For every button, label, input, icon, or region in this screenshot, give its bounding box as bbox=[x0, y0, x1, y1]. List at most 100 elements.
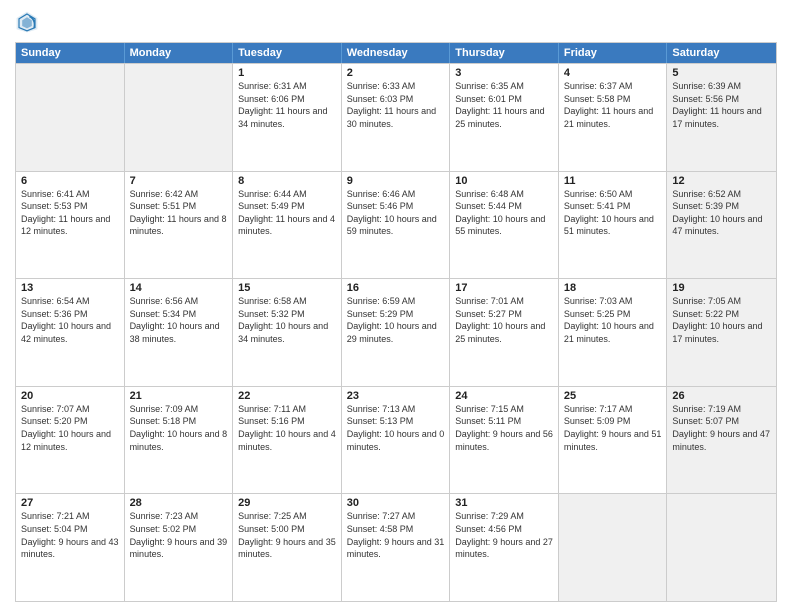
sunset-text: Sunset: 5:22 PM bbox=[672, 308, 771, 321]
day-number: 12 bbox=[672, 175, 771, 187]
daylight-text: Daylight: 10 hours and 25 minutes. bbox=[455, 320, 553, 345]
sunset-text: Sunset: 5:39 PM bbox=[672, 200, 771, 213]
logo-icon bbox=[15, 10, 39, 34]
day-number: 8 bbox=[238, 175, 336, 187]
sunrise-text: Sunrise: 6:58 AM bbox=[238, 295, 336, 308]
cal-cell-28: 28Sunrise: 7:23 AMSunset: 5:02 PMDayligh… bbox=[125, 494, 234, 601]
sunset-text: Sunset: 5:13 PM bbox=[347, 415, 445, 428]
cal-cell-31: 31Sunrise: 7:29 AMSunset: 4:56 PMDayligh… bbox=[450, 494, 559, 601]
sunrise-text: Sunrise: 7:21 AM bbox=[21, 510, 119, 523]
sunrise-text: Sunrise: 7:29 AM bbox=[455, 510, 553, 523]
daylight-text: Daylight: 10 hours and 38 minutes. bbox=[130, 320, 228, 345]
daylight-text: Daylight: 10 hours and 55 minutes. bbox=[455, 213, 553, 238]
sunrise-text: Sunrise: 7:23 AM bbox=[130, 510, 228, 523]
sunrise-text: Sunrise: 6:59 AM bbox=[347, 295, 445, 308]
daylight-text: Daylight: 10 hours and 12 minutes. bbox=[21, 428, 119, 453]
cal-cell-empty-4-6 bbox=[667, 494, 776, 601]
day-header-monday: Monday bbox=[125, 43, 234, 63]
day-number: 18 bbox=[564, 282, 662, 294]
day-number: 30 bbox=[347, 497, 445, 509]
sunset-text: Sunset: 6:06 PM bbox=[238, 93, 336, 106]
sunrise-text: Sunrise: 7:15 AM bbox=[455, 403, 553, 416]
cal-cell-13: 13Sunrise: 6:54 AMSunset: 5:36 PMDayligh… bbox=[16, 279, 125, 386]
day-header-friday: Friday bbox=[559, 43, 668, 63]
sunrise-text: Sunrise: 6:54 AM bbox=[21, 295, 119, 308]
sunrise-text: Sunrise: 7:11 AM bbox=[238, 403, 336, 416]
cal-cell-empty-4-5 bbox=[559, 494, 668, 601]
day-number: 13 bbox=[21, 282, 119, 294]
sunrise-text: Sunrise: 7:27 AM bbox=[347, 510, 445, 523]
cal-cell-11: 11Sunrise: 6:50 AMSunset: 5:41 PMDayligh… bbox=[559, 172, 668, 279]
daylight-text: Daylight: 10 hours and 29 minutes. bbox=[347, 320, 445, 345]
daylight-text: Daylight: 9 hours and 39 minutes. bbox=[130, 536, 228, 561]
daylight-text: Daylight: 10 hours and 51 minutes. bbox=[564, 213, 662, 238]
daylight-text: Daylight: 9 hours and 43 minutes. bbox=[21, 536, 119, 561]
daylight-text: Daylight: 11 hours and 34 minutes. bbox=[238, 105, 336, 130]
sunrise-text: Sunrise: 6:35 AM bbox=[455, 80, 553, 93]
sunset-text: Sunset: 5:02 PM bbox=[130, 523, 228, 536]
sunset-text: Sunset: 5:04 PM bbox=[21, 523, 119, 536]
cal-cell-9: 9Sunrise: 6:46 AMSunset: 5:46 PMDaylight… bbox=[342, 172, 451, 279]
day-header-sunday: Sunday bbox=[16, 43, 125, 63]
daylight-text: Daylight: 10 hours and 17 minutes. bbox=[672, 320, 771, 345]
daylight-text: Daylight: 10 hours and 34 minutes. bbox=[238, 320, 336, 345]
day-number: 10 bbox=[455, 175, 553, 187]
day-number: 20 bbox=[21, 390, 119, 402]
sunset-text: Sunset: 5:27 PM bbox=[455, 308, 553, 321]
sunset-text: Sunset: 6:01 PM bbox=[455, 93, 553, 106]
cal-cell-18: 18Sunrise: 7:03 AMSunset: 5:25 PMDayligh… bbox=[559, 279, 668, 386]
daylight-text: Daylight: 11 hours and 30 minutes. bbox=[347, 105, 445, 130]
cal-cell-27: 27Sunrise: 7:21 AMSunset: 5:04 PMDayligh… bbox=[16, 494, 125, 601]
day-number: 16 bbox=[347, 282, 445, 294]
header bbox=[15, 10, 777, 34]
day-header-saturday: Saturday bbox=[667, 43, 776, 63]
sunrise-text: Sunrise: 6:37 AM bbox=[564, 80, 662, 93]
day-number: 2 bbox=[347, 67, 445, 79]
sunrise-text: Sunrise: 7:07 AM bbox=[21, 403, 119, 416]
sunset-text: Sunset: 5:00 PM bbox=[238, 523, 336, 536]
sunrise-text: Sunrise: 6:50 AM bbox=[564, 188, 662, 201]
sunset-text: Sunset: 5:58 PM bbox=[564, 93, 662, 106]
sunset-text: Sunset: 6:03 PM bbox=[347, 93, 445, 106]
cal-cell-2: 2Sunrise: 6:33 AMSunset: 6:03 PMDaylight… bbox=[342, 64, 451, 171]
daylight-text: Daylight: 9 hours and 47 minutes. bbox=[672, 428, 771, 453]
day-number: 3 bbox=[455, 67, 553, 79]
cal-cell-21: 21Sunrise: 7:09 AMSunset: 5:18 PMDayligh… bbox=[125, 387, 234, 494]
cal-cell-25: 25Sunrise: 7:17 AMSunset: 5:09 PMDayligh… bbox=[559, 387, 668, 494]
day-number: 17 bbox=[455, 282, 553, 294]
day-header-tuesday: Tuesday bbox=[233, 43, 342, 63]
calendar-body: 1Sunrise: 6:31 AMSunset: 6:06 PMDaylight… bbox=[16, 63, 776, 601]
sunset-text: Sunset: 5:41 PM bbox=[564, 200, 662, 213]
cal-cell-24: 24Sunrise: 7:15 AMSunset: 5:11 PMDayligh… bbox=[450, 387, 559, 494]
daylight-text: Daylight: 9 hours and 51 minutes. bbox=[564, 428, 662, 453]
sunrise-text: Sunrise: 6:52 AM bbox=[672, 188, 771, 201]
sunrise-text: Sunrise: 7:17 AM bbox=[564, 403, 662, 416]
sunrise-text: Sunrise: 7:09 AM bbox=[130, 403, 228, 416]
sunrise-text: Sunrise: 7:05 AM bbox=[672, 295, 771, 308]
daylight-text: Daylight: 9 hours and 31 minutes. bbox=[347, 536, 445, 561]
sunset-text: Sunset: 5:29 PM bbox=[347, 308, 445, 321]
sunrise-text: Sunrise: 7:25 AM bbox=[238, 510, 336, 523]
day-number: 15 bbox=[238, 282, 336, 294]
day-number: 6 bbox=[21, 175, 119, 187]
cal-cell-4: 4Sunrise: 6:37 AMSunset: 5:58 PMDaylight… bbox=[559, 64, 668, 171]
sunrise-text: Sunrise: 7:03 AM bbox=[564, 295, 662, 308]
daylight-text: Daylight: 10 hours and 4 minutes. bbox=[238, 428, 336, 453]
cal-cell-29: 29Sunrise: 7:25 AMSunset: 5:00 PMDayligh… bbox=[233, 494, 342, 601]
cal-cell-16: 16Sunrise: 6:59 AMSunset: 5:29 PMDayligh… bbox=[342, 279, 451, 386]
day-number: 22 bbox=[238, 390, 336, 402]
sunset-text: Sunset: 5:25 PM bbox=[564, 308, 662, 321]
day-number: 25 bbox=[564, 390, 662, 402]
daylight-text: Daylight: 11 hours and 25 minutes. bbox=[455, 105, 553, 130]
day-number: 29 bbox=[238, 497, 336, 509]
cal-cell-6: 6Sunrise: 6:41 AMSunset: 5:53 PMDaylight… bbox=[16, 172, 125, 279]
sunrise-text: Sunrise: 6:33 AM bbox=[347, 80, 445, 93]
cal-cell-1: 1Sunrise: 6:31 AMSunset: 6:06 PMDaylight… bbox=[233, 64, 342, 171]
day-header-wednesday: Wednesday bbox=[342, 43, 451, 63]
day-number: 1 bbox=[238, 67, 336, 79]
sunrise-text: Sunrise: 6:39 AM bbox=[672, 80, 771, 93]
daylight-text: Daylight: 10 hours and 42 minutes. bbox=[21, 320, 119, 345]
sunset-text: Sunset: 5:49 PM bbox=[238, 200, 336, 213]
sunset-text: Sunset: 5:18 PM bbox=[130, 415, 228, 428]
day-number: 27 bbox=[21, 497, 119, 509]
